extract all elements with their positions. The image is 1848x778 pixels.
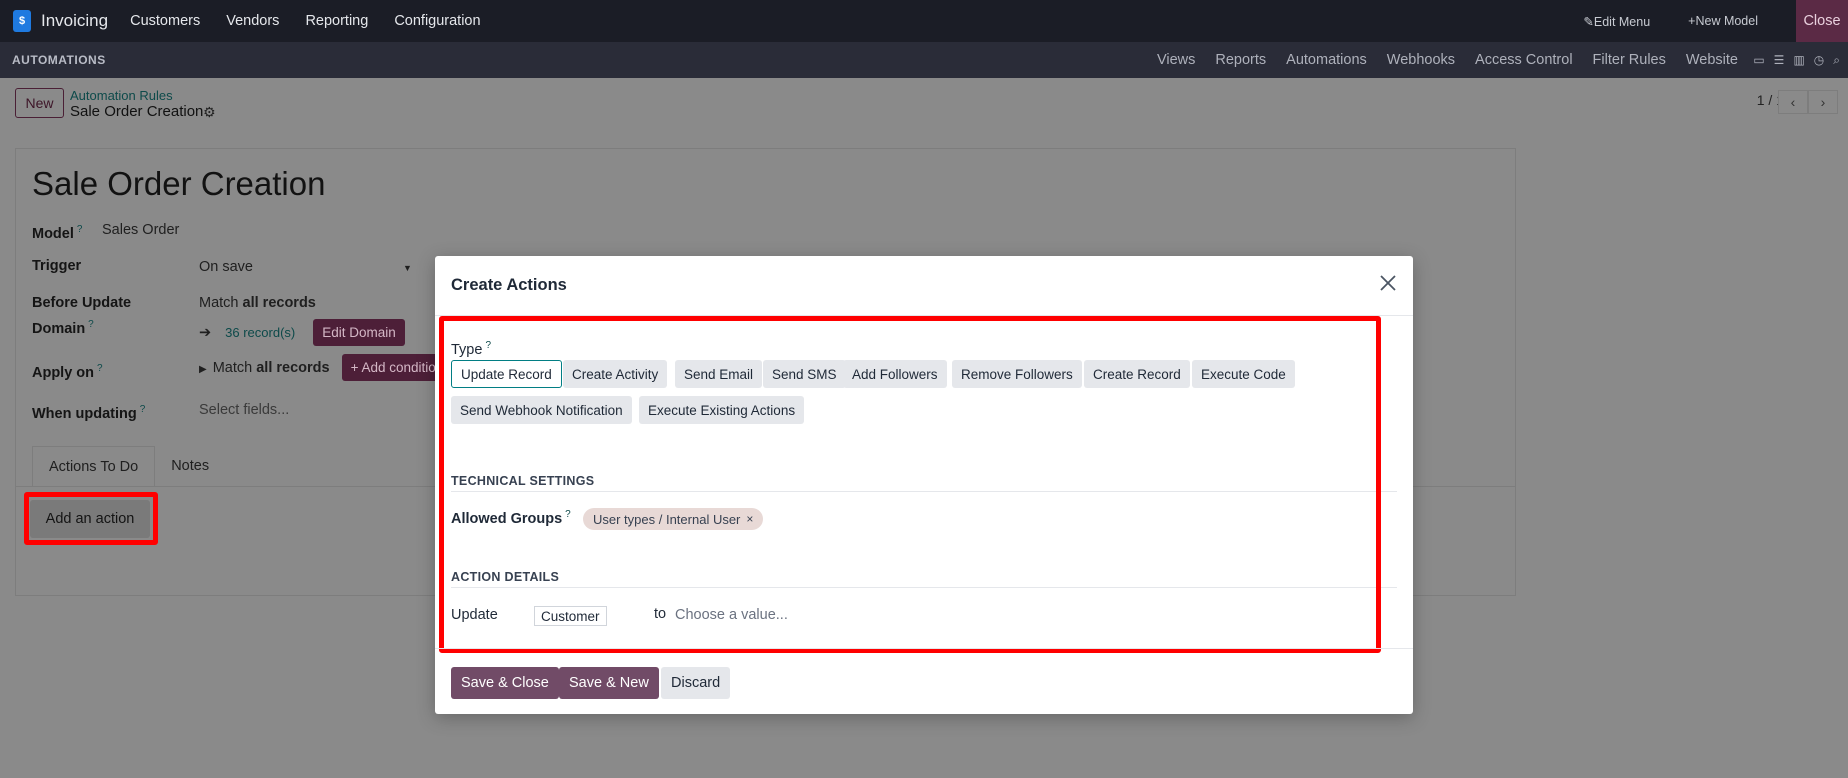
studio-link-reports[interactable]: Reports — [1215, 52, 1266, 68]
chevron-left-icon[interactable]: ‹ — [1778, 90, 1808, 114]
breadcrumb-current: Sale Order Creation — [70, 103, 204, 120]
add-condition-button[interactable]: + Add conditio — [341, 354, 445, 381]
edit-domain-button[interactable]: Edit Domain — [313, 319, 405, 346]
view-switcher: ▭ ☰ ▥ ◷ ⌕ — [1753, 42, 1840, 78]
highlight-box — [439, 316, 1381, 653]
tab-actions-to-do[interactable]: Actions To Do — [32, 446, 156, 486]
plus-icon: + — [350, 360, 362, 375]
studio-links: Views Reports Automations Webhooks Acces… — [1137, 42, 1738, 78]
menu-configuration[interactable]: Configuration — [394, 13, 480, 29]
app-name[interactable]: Invoicing — [41, 11, 108, 31]
caret-right-icon[interactable]: ▶ — [199, 364, 207, 375]
apply-on-row: ▶ Match all records + Add conditio — [199, 354, 445, 381]
search-icon[interactable]: ⌕ — [1833, 53, 1840, 68]
arrow-right-icon: ➔ — [199, 325, 212, 341]
tab-notes[interactable]: Notes — [155, 446, 225, 486]
save-close-button[interactable]: Save & Close — [451, 667, 559, 699]
caret-down-icon: ▼ — [403, 263, 412, 273]
model-label: Model? — [32, 224, 83, 242]
gear-icon[interactable]: ⚙ — [203, 104, 216, 121]
top-navbar: $ Invoicing Customers Vendors Reporting … — [0, 0, 1848, 42]
new-button[interactable]: New — [15, 88, 64, 118]
trigger-select[interactable]: On save ▼ — [199, 259, 412, 275]
discard-button[interactable]: Discard — [661, 667, 731, 699]
pencil-icon: ✎ — [1583, 14, 1594, 29]
highlight-box — [24, 492, 158, 545]
studio-bar: AUTOMATIONS Views Reports Automations We… — [0, 42, 1848, 78]
invoicing-app-icon[interactable]: $ — [13, 10, 31, 32]
studio-title: AUTOMATIONS — [12, 53, 106, 67]
dialog-title: Create Actions — [451, 276, 567, 294]
save-new-button[interactable]: Save & New — [559, 667, 659, 699]
records-count-link[interactable]: 36 record(s) — [225, 325, 295, 340]
breadcrumb-parent[interactable]: Automation Rules — [70, 88, 173, 103]
when-updating-input[interactable]: Select fields... — [199, 402, 289, 418]
help-icon: ? — [76, 224, 83, 235]
domain-records-row: ➔ 36 record(s) Edit Domain — [199, 319, 405, 346]
create-actions-dialog: Create Actions Type? Update Record Creat… — [435, 256, 1413, 714]
pager-buttons: ‹ › — [1778, 90, 1838, 114]
model-value: Sales Order — [102, 222, 180, 238]
dialog-header: Create Actions — [435, 256, 1413, 316]
topbar-right: ✎Edit Menu +New Model Close — [1583, 0, 1848, 42]
studio-link-webhooks[interactable]: Webhooks — [1387, 52, 1455, 68]
studio-link-filter-rules[interactable]: Filter Rules — [1593, 52, 1666, 68]
notebook-tabs: Actions To Do Notes — [32, 446, 225, 486]
form-view-icon[interactable]: ▭ — [1753, 53, 1764, 67]
record-title[interactable]: Sale Order Creation — [32, 165, 325, 203]
menu-reporting[interactable]: Reporting — [305, 13, 368, 29]
chevron-right-icon[interactable]: › — [1808, 90, 1838, 114]
edit-menu-button[interactable]: ✎Edit Menu — [1583, 14, 1650, 29]
studio-link-access-control[interactable]: Access Control — [1475, 52, 1573, 68]
kanban-view-icon[interactable]: ▥ — [1793, 53, 1804, 67]
before-update-label: Before Update Domain? — [32, 295, 132, 337]
apply-on-label: Apply on? — [32, 363, 103, 381]
activity-view-icon[interactable]: ◷ — [1814, 53, 1824, 67]
menu-customers[interactable]: Customers — [130, 13, 200, 29]
menu-vendors[interactable]: Vendors — [226, 13, 279, 29]
list-view-icon[interactable]: ☰ — [1774, 53, 1785, 67]
trigger-label: Trigger — [32, 258, 82, 274]
close-icon[interactable] — [1377, 272, 1399, 294]
studio-link-views[interactable]: Views — [1157, 52, 1195, 68]
dialog-footer: Save & Close Save & New Discard — [435, 648, 1413, 714]
studio-link-website[interactable]: Website — [1686, 52, 1738, 68]
domain-match: Match all records — [199, 295, 316, 311]
help-icon: ? — [97, 363, 103, 374]
help-icon: ? — [88, 319, 94, 330]
when-updating-label: When updating? — [32, 404, 146, 422]
new-model-button[interactable]: +New Model — [1688, 14, 1758, 28]
control-panel: New Automation Rules Sale Order Creation… — [0, 78, 1848, 134]
studio-link-automations[interactable]: Automations — [1286, 52, 1367, 68]
help-icon: ? — [139, 404, 146, 415]
close-studio-button[interactable]: Close — [1796, 0, 1848, 42]
